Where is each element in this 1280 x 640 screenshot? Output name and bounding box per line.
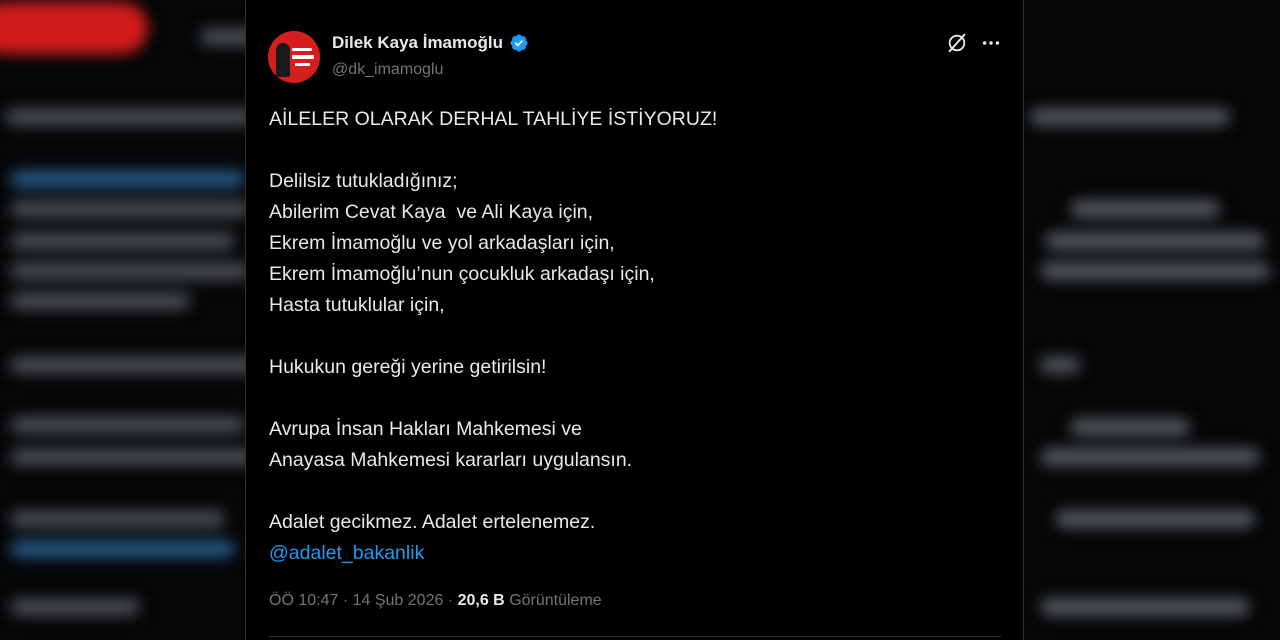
blurred-text-line xyxy=(10,292,190,310)
blurred-text-line xyxy=(10,170,245,188)
tweet-meta: ÖÖ 10:47 · 14 Şub 2026 · 20,6 B Görüntül… xyxy=(269,592,602,610)
avatar-figure xyxy=(276,43,290,77)
tweet-card: Dilek Kaya İmamoğlu @dk_imamoglu AİLELER… xyxy=(245,0,1024,640)
grok-icon[interactable] xyxy=(946,32,968,54)
verified-badge-icon xyxy=(510,34,528,52)
blurred-text-line xyxy=(1030,108,1230,126)
tweet-line: Adalet gecikmez. Adalet ertelenemez. xyxy=(269,511,596,533)
tweet-line: Hukukun gereği yerine getirilsin! xyxy=(269,356,547,378)
meta-separator: · xyxy=(342,592,353,609)
author-name[interactable]: Dilek Kaya İmamoğlu xyxy=(332,33,503,53)
tweet-line: Avrupa İnsan Hakları Mahkemesi ve xyxy=(269,418,582,440)
tweet-line: Ekrem İmamoğlu’nun çocukluk arkadaşı içi… xyxy=(269,263,655,285)
avatar-text-mark xyxy=(295,63,310,66)
tweet-line: AİLELER OLARAK DERHAL TAHLİYE İSTİYORUZ! xyxy=(269,108,718,130)
blurred-text-line xyxy=(10,540,235,558)
blurred-text-line xyxy=(10,232,235,250)
blurred-text-line xyxy=(1040,598,1250,616)
tweet-line: Ekrem İmamoğlu ve yol arkadaşları için, xyxy=(269,232,615,254)
blurred-avatar-shape xyxy=(0,2,148,54)
views-label: Görüntüleme xyxy=(509,592,602,609)
avatar[interactable] xyxy=(268,31,320,83)
blurred-text-line xyxy=(10,416,245,434)
avatar-text-mark xyxy=(292,48,312,51)
author-handle[interactable]: @dk_imamoglu xyxy=(332,61,443,79)
blurred-text-line xyxy=(5,108,255,126)
blurred-text-line xyxy=(1040,356,1080,374)
views-count: 20,6 B xyxy=(457,592,505,609)
more-dots-icon[interactable] xyxy=(980,32,1002,54)
blurred-text-line xyxy=(10,356,260,374)
author-row: Dilek Kaya İmamoğlu xyxy=(332,33,529,53)
line-spacer xyxy=(269,135,989,166)
blurred-text-line xyxy=(10,448,255,466)
blurred-text-line xyxy=(1040,448,1260,466)
blurred-text-line xyxy=(10,510,225,528)
tweet-line: Delilsiz tutukladığınız; xyxy=(269,170,458,192)
blurred-text-line xyxy=(10,200,250,218)
line-spacer xyxy=(269,476,989,507)
blurred-text-line xyxy=(1055,510,1255,528)
line-spacer xyxy=(269,321,989,352)
tweet-line: Anayasa Mahkemesi kararları uygulansın. xyxy=(269,449,633,471)
blurred-text-line xyxy=(10,598,140,616)
blurred-text-line xyxy=(1070,200,1220,218)
tweet-line: Abilerim Cevat Kaya ve Ali Kaya için, xyxy=(269,201,594,223)
meta-separator: · xyxy=(447,592,458,609)
avatar-text-mark xyxy=(292,55,314,59)
tweet-time[interactable]: ÖÖ 10:47 xyxy=(269,592,338,609)
line-spacer xyxy=(269,383,989,414)
tweet-date[interactable]: 14 Şub 2026 xyxy=(353,592,444,609)
divider xyxy=(268,636,1001,637)
mention-link[interactable]: @adalet_bakanlik xyxy=(269,542,424,564)
blurred-text-line xyxy=(10,262,250,280)
blurred-text-line xyxy=(1045,232,1265,250)
blurred-text-line xyxy=(1040,262,1270,280)
tweet-line: Hasta tutuklular için, xyxy=(269,294,445,316)
tweet-text: AİLELER OLARAK DERHAL TAHLİYE İSTİYORUZ!… xyxy=(269,104,989,569)
blurred-text-line xyxy=(1070,418,1190,436)
